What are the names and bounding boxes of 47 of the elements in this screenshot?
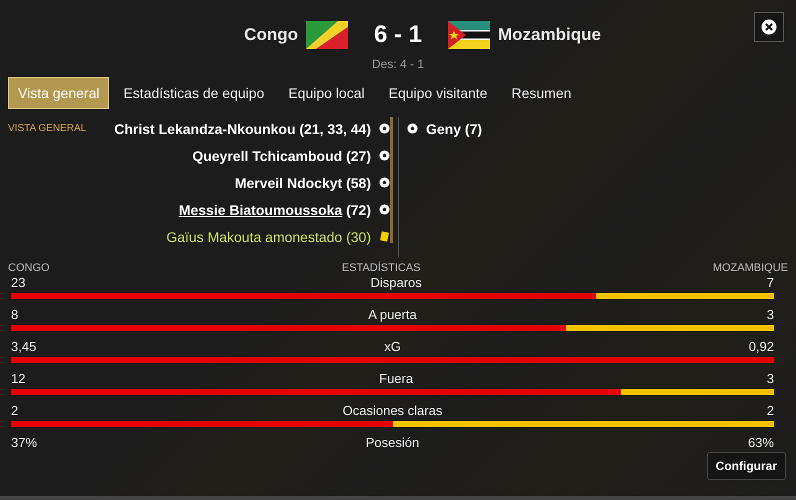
event-text: Christ Lekandza-Nkounkou (21, 33, 44) — [114, 120, 371, 136]
stat-value: 12 — [11, 371, 26, 388]
close-button[interactable] — [754, 12, 784, 42]
stat-name: xG — [384, 339, 401, 356]
configure-button[interactable]: Configurar — [706, 452, 786, 480]
close-icon — [761, 19, 777, 35]
stat-value: 3 — [766, 307, 774, 324]
stat-value: 3,45 — [11, 339, 36, 356]
ball-icon — [379, 177, 390, 188]
ball-icon — [379, 123, 390, 134]
stat-value: 37% — [11, 435, 38, 452]
tab[interactable]: Estadísticas de equipo — [113, 77, 274, 109]
ball-icon — [379, 150, 390, 161]
column-label: ESTADÍSTICAS — [342, 262, 421, 274]
event-text: Gaïus Makouta amonestado (30) — [166, 228, 371, 244]
halftime-score: Des: 4 - 1 — [370, 57, 426, 71]
stat-value: 0,92 — [748, 339, 774, 356]
stat-value: 23 — [11, 275, 26, 292]
column-label: CONGO — [8, 262, 50, 274]
stat-value: 63% — [748, 435, 774, 452]
stat-name: Fuera — [379, 371, 414, 388]
ball-icon — [407, 123, 418, 134]
tab[interactable]: Equipo visitante — [378, 77, 498, 109]
stat-name: Disparos — [370, 275, 422, 292]
flag-icon — [448, 21, 490, 49]
stat-name: Posesión — [366, 435, 420, 452]
team-name: Congo — [244, 25, 298, 45]
stat-value: 3 — [766, 371, 774, 388]
stat-name: Ocasiones claras — [342, 403, 442, 420]
event-text: Geny (7) — [426, 120, 482, 136]
booking-card-icon — [379, 231, 390, 242]
event-text: Queyrell Tchicamboud (27) — [192, 148, 371, 164]
tab[interactable]: Resumen — [501, 77, 582, 109]
stat-value: 2 — [766, 403, 774, 420]
column-label: MOZAMBIQUE — [712, 262, 788, 274]
flag-icon — [306, 21, 348, 49]
stat-value: 7 — [766, 275, 774, 292]
ball-icon — [379, 204, 390, 215]
match-score: 6 - 1 — [372, 21, 424, 49]
event-text: Messie Biatoumoussoka (72) — [178, 202, 371, 218]
tab[interactable]: Equipo local — [278, 77, 375, 109]
stat-value: 2 — [11, 403, 18, 420]
section-label: VISTA GENERAL — [8, 123, 86, 134]
stat-name: A puerta — [368, 307, 417, 324]
team-name: Mozambique — [498, 25, 601, 45]
stat-value: 8 — [11, 307, 18, 324]
event-text: Merveil Ndockyt (58) — [234, 174, 371, 190]
